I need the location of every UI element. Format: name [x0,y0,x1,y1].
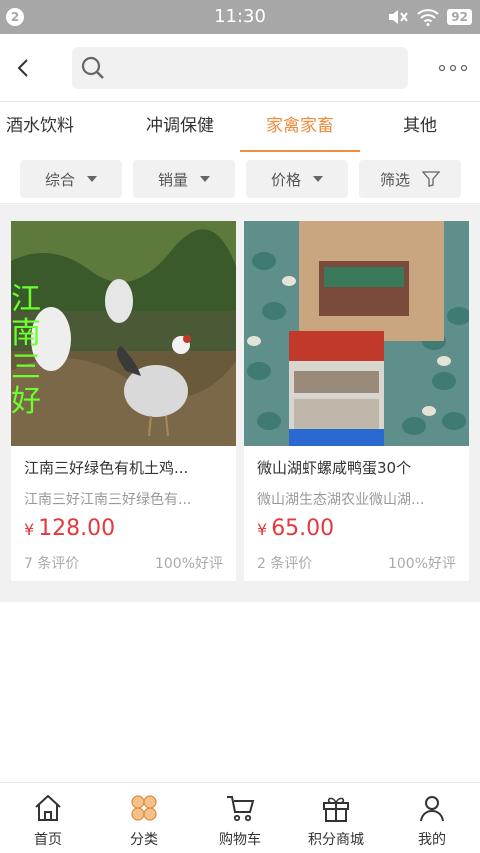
nav-points-mall[interactable]: 积分商城 [288,783,384,853]
tab-other[interactable]: 其他 [360,102,480,152]
caret-down-icon [313,176,323,182]
svg-text:好: 好 [11,384,41,419]
back-arrow-icon[interactable] [12,56,36,80]
product-image-duck-eggs[interactable] [244,221,469,446]
screen-button[interactable]: 筛选 [359,160,461,198]
product-description: 微山湖生态湖农业微山湖... [257,492,425,508]
product-price: ¥65.00 [257,516,334,541]
empty-area [0,602,480,782]
image-watermark-text: 江 [11,282,41,317]
tab-poultry[interactable]: 家禽家畜 [240,102,360,152]
filter-funnel-icon [422,171,440,187]
positive-rate: 100%好评 [154,556,223,572]
nav-category-label: 分类 [130,832,158,848]
category-icon [131,795,157,821]
product-grid: 江 南 三 好 江南三好绿色有机土鸡... 江南三好江南三好绿色有... ¥12… [0,205,480,602]
cart-icon [227,796,255,822]
user-icon [420,796,444,822]
currency-symbol: ¥ [257,520,268,539]
screen-label: 筛选 [379,170,410,189]
nav-cart-label: 购物车 [219,832,261,848]
wifi-icon [417,9,439,26]
positive-rate: 100%好评 [387,556,456,572]
search-icon [81,56,104,79]
nav-cart[interactable]: 购物车 [192,783,288,853]
sort-sales-button[interactable]: 销量 [133,160,235,198]
home-icon [35,794,61,821]
sort-comprehensive-button[interactable]: 综合 [20,160,122,198]
caret-down-icon [200,176,210,182]
nav-points-mall-label: 积分商城 [308,832,364,848]
nav-home[interactable]: 首页 [0,783,96,853]
price-value: 65.00 [271,516,335,541]
nav-home-label: 首页 [34,832,62,848]
product-description: 江南三好江南三好绿色有... [24,492,192,508]
status-bar: 2 11:30 92 [0,0,480,34]
product-card[interactable]: 微山湖虾螺咸鸭蛋30个 微山湖生态湖农业微山湖... ¥65.00 2 条评价 … [244,221,469,581]
sort-price-label: 价格 [270,170,301,189]
battery-level: 92 [447,9,472,25]
bottom-nav: 首页 分类 购物车 积分商城 我的 [0,782,480,853]
tab-drinks[interactable]: 酒水饮料 [0,102,120,152]
product-title[interactable]: 微山湖虾螺咸鸭蛋30个 [257,457,457,478]
currency-symbol: ¥ [24,520,35,539]
sort-sales-label: 销量 [157,170,188,189]
price-value: 128.00 [38,516,116,541]
nav-mine-label: 我的 [418,832,446,848]
svg-text:南: 南 [11,316,41,351]
tab-health[interactable]: 冲调保健 [120,102,240,152]
search-input[interactable] [116,53,396,83]
review-count: 2 条评价 [257,556,313,572]
search-box[interactable] [72,47,408,89]
mute-icon [389,10,409,24]
product-title[interactable]: 江南三好绿色有机土鸡... [24,457,224,478]
product-card[interactable]: 江 南 三 好 江南三好绿色有机土鸡... 江南三好江南三好绿色有... ¥12… [11,221,236,581]
sort-price-button[interactable]: 价格 [246,160,348,198]
search-header [0,34,480,102]
more-icon[interactable] [438,60,468,76]
review-count: 7 条评价 [24,556,80,572]
product-image-chicken[interactable]: 江 南 三 好 [11,221,236,446]
nav-category[interactable]: 分类 [96,783,192,853]
gift-icon [323,797,349,822]
product-price: ¥128.00 [24,516,115,541]
svg-text:三: 三 [11,350,41,385]
sort-comprehensive-label: 综合 [44,170,75,189]
caret-down-icon [87,176,97,182]
category-tabs: 酒水饮料 冲调保健 家禽家畜 其他 [0,102,480,152]
nav-mine[interactable]: 我的 [384,783,480,853]
filter-bar: 综合 销量 价格 筛选 [0,152,480,204]
